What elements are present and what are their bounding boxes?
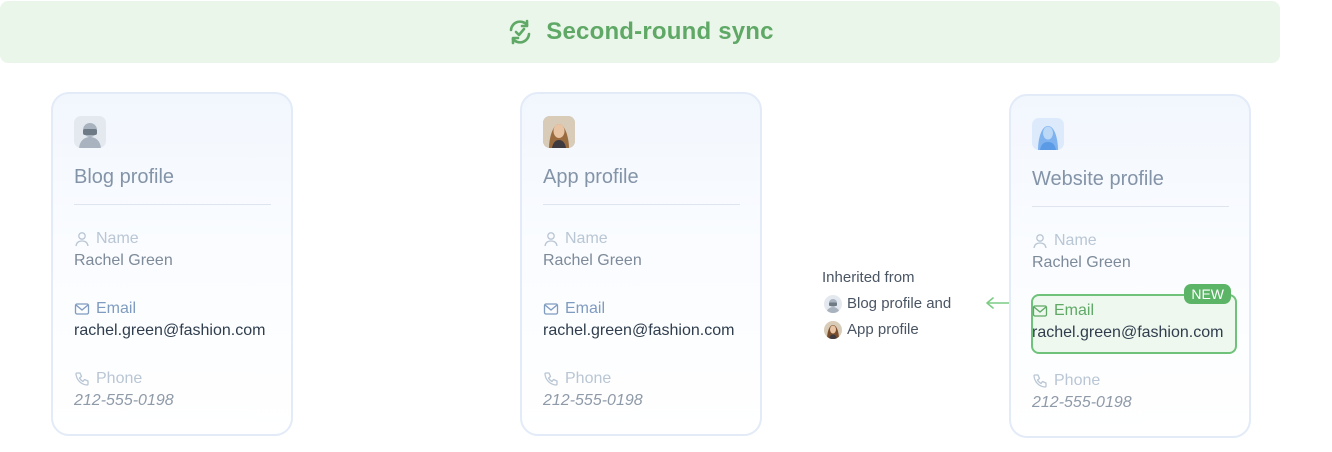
blog-mini-avatar-icon xyxy=(824,295,842,313)
email-label: Email xyxy=(74,300,136,318)
website-profile-card: Website profile Name Rachel Green NEW Em… xyxy=(1009,94,1251,438)
email-value: rachel.green@fashion.com xyxy=(1032,324,1224,341)
email-value: rachel.green@fashion.com xyxy=(543,322,735,339)
card-title: Blog profile xyxy=(74,166,175,188)
email-label: Email xyxy=(1032,302,1094,320)
phone-icon xyxy=(75,372,89,386)
name-label: Name xyxy=(1032,232,1097,250)
banner-title: Second-round sync xyxy=(546,18,774,45)
name-value: Rachel Green xyxy=(74,252,173,269)
divider xyxy=(543,204,740,205)
mail-icon xyxy=(74,303,90,315)
divider xyxy=(1032,206,1229,207)
phone-value: 212-555-0198 xyxy=(74,392,174,409)
phone-icon xyxy=(544,372,558,386)
sync-banner: Second-round sync xyxy=(0,1,1280,63)
card-title: Website profile xyxy=(1032,168,1164,190)
name-value: Rachel Green xyxy=(1032,254,1131,271)
name-label: Name xyxy=(74,230,139,248)
inherited-source-app: App profile xyxy=(847,321,919,338)
email-label: Email xyxy=(543,300,605,318)
person-icon xyxy=(1033,234,1047,249)
phone-label: Phone xyxy=(1032,372,1100,390)
name-value: Rachel Green xyxy=(543,252,642,269)
blog-profile-card: Blog profile Name Rachel Green Email rac… xyxy=(51,92,293,436)
phone-value: 212-555-0198 xyxy=(1032,394,1132,411)
divider xyxy=(74,204,271,205)
person-icon xyxy=(75,232,89,247)
mail-icon xyxy=(1032,305,1048,317)
card-title: App profile xyxy=(543,166,639,188)
app-avatar-photo xyxy=(543,116,575,148)
inherited-source-blog: Blog profile and xyxy=(847,295,952,312)
name-label: Name xyxy=(543,230,608,248)
sync-check-icon xyxy=(509,19,531,45)
new-badge: NEW xyxy=(1184,284,1231,304)
mail-icon xyxy=(543,303,559,315)
phone-label: Phone xyxy=(74,370,142,388)
phone-icon xyxy=(1033,374,1047,388)
phone-value: 212-555-0198 xyxy=(543,392,643,409)
phone-label: Phone xyxy=(543,370,611,388)
website-avatar-icon xyxy=(1032,118,1064,150)
app-profile-card: App profile Name Rachel Green Email rach… xyxy=(520,92,762,436)
blog-avatar-icon xyxy=(74,116,106,148)
person-icon xyxy=(544,232,558,247)
email-value: rachel.green@fashion.com xyxy=(74,322,266,339)
inherited-from-label: Inherited from xyxy=(822,269,915,286)
app-mini-avatar-photo xyxy=(824,321,842,339)
